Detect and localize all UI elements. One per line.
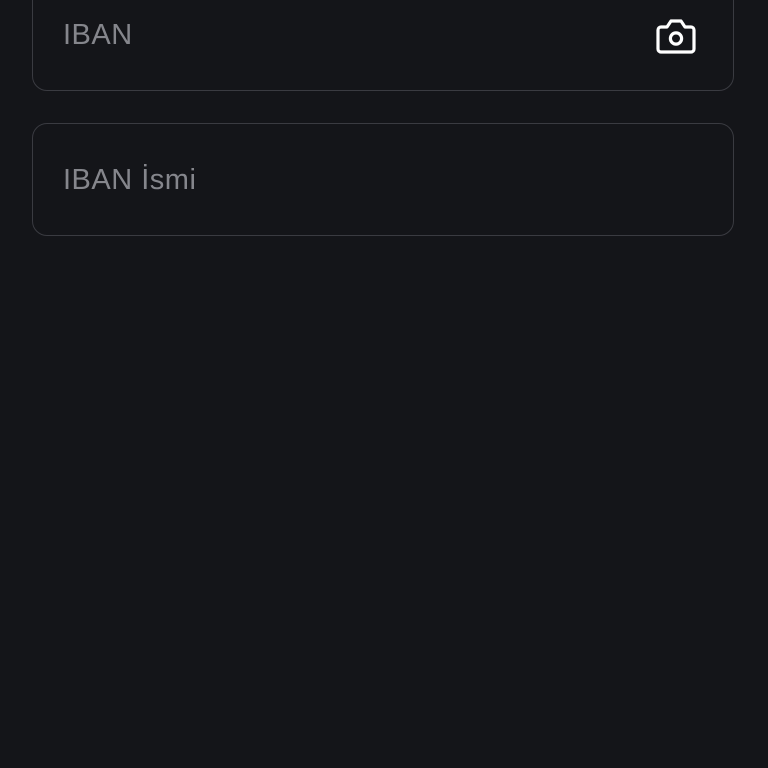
iban-name-input[interactable] bbox=[63, 160, 703, 200]
iban-name-field[interactable] bbox=[32, 123, 734, 236]
iban-input[interactable] bbox=[63, 15, 643, 55]
iban-form-screen bbox=[0, 0, 768, 768]
scan-iban-button[interactable] bbox=[653, 13, 699, 59]
iban-field[interactable] bbox=[32, 0, 734, 91]
camera-icon bbox=[656, 19, 696, 54]
